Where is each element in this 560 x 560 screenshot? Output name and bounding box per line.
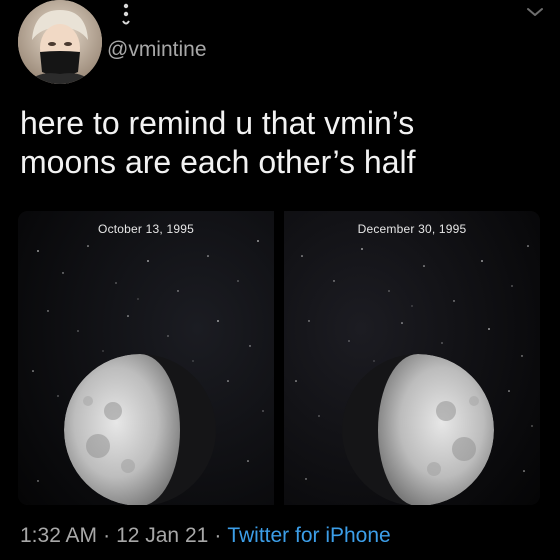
meta-separator: · bbox=[214, 524, 222, 547]
tweet-text-line-2: moons are each other’s half bbox=[20, 144, 416, 180]
moon-waxing-image bbox=[284, 211, 540, 505]
media-caption-right: December 30, 1995 bbox=[357, 222, 467, 236]
media-caption-left: October 13, 1995 bbox=[98, 222, 194, 236]
tweet-media[interactable]: October 13, 1995 December 30, 1995 bbox=[18, 211, 540, 505]
meta-separator: · bbox=[103, 524, 111, 547]
tweet-date[interactable]: 12 Jan 21 bbox=[116, 524, 208, 547]
tweet-text: here to remind u that vmin’s moons are e… bbox=[20, 104, 540, 182]
emoji-icon bbox=[121, 2, 131, 28]
tweet-time[interactable]: 1:32 AM bbox=[20, 524, 97, 547]
avatar-image bbox=[18, 0, 102, 84]
tweet-text-line-1: here to remind u that vmin’s bbox=[20, 105, 415, 141]
tweet-source-link[interactable]: Twitter for iPhone bbox=[227, 524, 390, 547]
media-image-left[interactable]: October 13, 1995 bbox=[18, 211, 274, 505]
chevron-down-icon[interactable] bbox=[524, 4, 546, 20]
user-handle[interactable]: @vmintine bbox=[107, 38, 207, 62]
tweet-metadata: 1:32 AM · 12 Jan 21 · Twitter for iPhone bbox=[20, 524, 391, 548]
media-image-right[interactable]: December 30, 1995 bbox=[284, 211, 540, 505]
avatar[interactable] bbox=[18, 0, 102, 84]
moon-waning-image bbox=[18, 211, 274, 505]
